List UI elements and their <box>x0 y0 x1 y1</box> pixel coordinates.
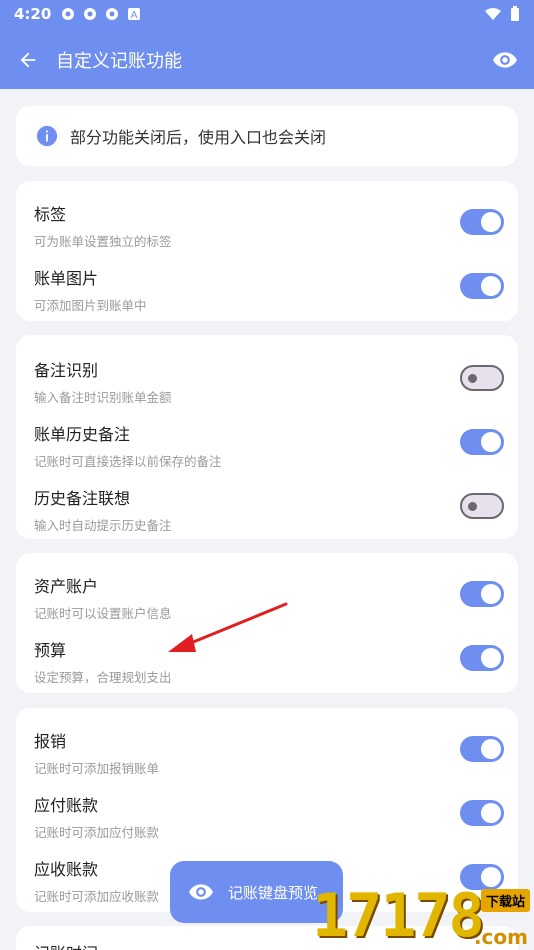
eye-icon <box>493 52 517 68</box>
status-time: 4:20 <box>14 5 52 23</box>
battery-icon <box>511 6 519 21</box>
svg-text:A: A <box>131 10 138 21</box>
toggle-knob <box>481 739 501 759</box>
toggle-knob <box>481 212 501 232</box>
toggle-knob <box>481 803 501 823</box>
setting-title: 账单图片 <box>34 269 99 288</box>
status-bar: 4:20 A <box>0 0 534 28</box>
setting-title: 应收账款 <box>34 860 99 879</box>
setting-subtitle: 可为账单设置独立的标签 <box>34 234 172 249</box>
setting-row-bill-images: 账单图片 可添加图片到账单中 <box>16 259 518 323</box>
setting-subtitle: 记账时可以设置账户信息 <box>34 606 172 621</box>
watermark-domain: .com <box>473 925 528 949</box>
page-title: 自定义记账功能 <box>56 51 182 72</box>
setting-title: 账单历史备注 <box>34 425 131 444</box>
setting-row-note-recognition: 备注识别 输入备注时识别账单金额 <box>16 351 518 415</box>
setting-title: 资产账户 <box>34 577 99 596</box>
info-text: 部分功能关闭后，使用入口也会关闭 <box>70 128 327 147</box>
setting-title: 记账时间 <box>34 940 98 950</box>
setting-row-note-suggest: 历史备注联想 输入时自动提示历史备注 <box>16 479 518 543</box>
fab-label: 记账键盘预览 <box>228 883 319 902</box>
setting-subtitle: 设定预算，合理规划支出 <box>34 670 172 685</box>
settings-group: 标签 可为账单设置独立的标签 账单图片 可添加图片到账单中 <box>16 181 518 321</box>
setting-title: 备注识别 <box>34 361 99 380</box>
setting-row-tags: 标签 可为账单设置独立的标签 <box>16 195 518 259</box>
toggle-switch[interactable] <box>460 365 504 391</box>
setting-title: 标签 <box>34 205 67 224</box>
toggle-knob <box>481 867 501 887</box>
toggle-knob <box>481 584 501 604</box>
setting-subtitle: 记账时可添加应付账款 <box>34 825 160 840</box>
toggle-switch[interactable] <box>460 581 504 607</box>
status-right <box>484 6 520 22</box>
settings-group: 备注识别 输入备注时识别账单金额 账单历史备注 记账时可直接选择以前保存的备注 … <box>16 335 518 539</box>
watermark-badge: 下载站 <box>480 889 530 912</box>
setting-title: 历史备注联想 <box>34 489 131 508</box>
setting-row-budget: 预算 设定预算，合理规划支出 <box>16 631 518 695</box>
setting-title: 预算 <box>34 641 67 660</box>
setting-title: 报销 <box>34 732 67 751</box>
toggle-switch[interactable] <box>460 800 504 826</box>
setting-row-history-notes: 账单历史备注 记账时可直接选择以前保存的备注 <box>16 415 518 479</box>
setting-subtitle: 记账时可添加应收账款 <box>34 889 160 904</box>
app-bar: 自定义记账功能 <box>0 34 534 86</box>
top-bar: 4:20 A 自定义记账功能 <box>0 0 534 89</box>
setting-subtitle: 输入备注时识别账单金额 <box>34 390 172 405</box>
setting-subtitle: 记账时可直接选择以前保存的备注 <box>34 454 222 469</box>
arrow-left-icon <box>20 52 36 68</box>
toggle-switch[interactable] <box>460 273 504 299</box>
eye-icon <box>189 884 213 900</box>
settings-group: 资产账户 记账时可以设置账户信息 预算 设定预算，合理规划支出 <box>16 553 518 693</box>
toggle-knob <box>468 502 477 511</box>
A-icon: A <box>128 8 141 21</box>
toggle-switch[interactable] <box>460 209 504 235</box>
setting-row-reimbursement: 报销 记账时可添加报销账单 <box>16 722 518 786</box>
wifi-icon <box>485 8 501 20</box>
app-icon <box>106 8 119 20</box>
info-icon <box>36 125 58 147</box>
setting-subtitle: 记账时可添加报销账单 <box>34 761 160 776</box>
setting-subtitle: 可添加图片到账单中 <box>34 298 147 313</box>
watermark-logo: 17178 下载站 .com <box>308 885 534 950</box>
setting-row-asset-accounts: 资产账户 记账时可以设置账户信息 <box>16 567 518 631</box>
preview-button[interactable] <box>488 43 522 77</box>
toggle-knob <box>481 276 501 296</box>
toggle-switch[interactable] <box>460 736 504 762</box>
watermark-digits: 17178 <box>312 881 485 950</box>
toggle-knob <box>481 432 501 452</box>
setting-row-payables: 应付账款 记账时可添加应付账款 <box>16 786 518 850</box>
info-card: 部分功能关闭后，使用入口也会关闭 <box>16 106 518 166</box>
back-button[interactable] <box>2 34 54 86</box>
app-icon <box>62 8 75 20</box>
setting-subtitle: 输入时自动提示历史备注 <box>34 518 172 533</box>
toggle-knob <box>468 374 477 383</box>
toggle-switch[interactable] <box>460 429 504 455</box>
app-icon <box>84 8 97 20</box>
setting-title: 应付账款 <box>34 796 99 815</box>
toggle-switch[interactable] <box>460 645 504 671</box>
toggle-switch[interactable] <box>460 493 504 519</box>
toggle-knob <box>481 648 501 668</box>
